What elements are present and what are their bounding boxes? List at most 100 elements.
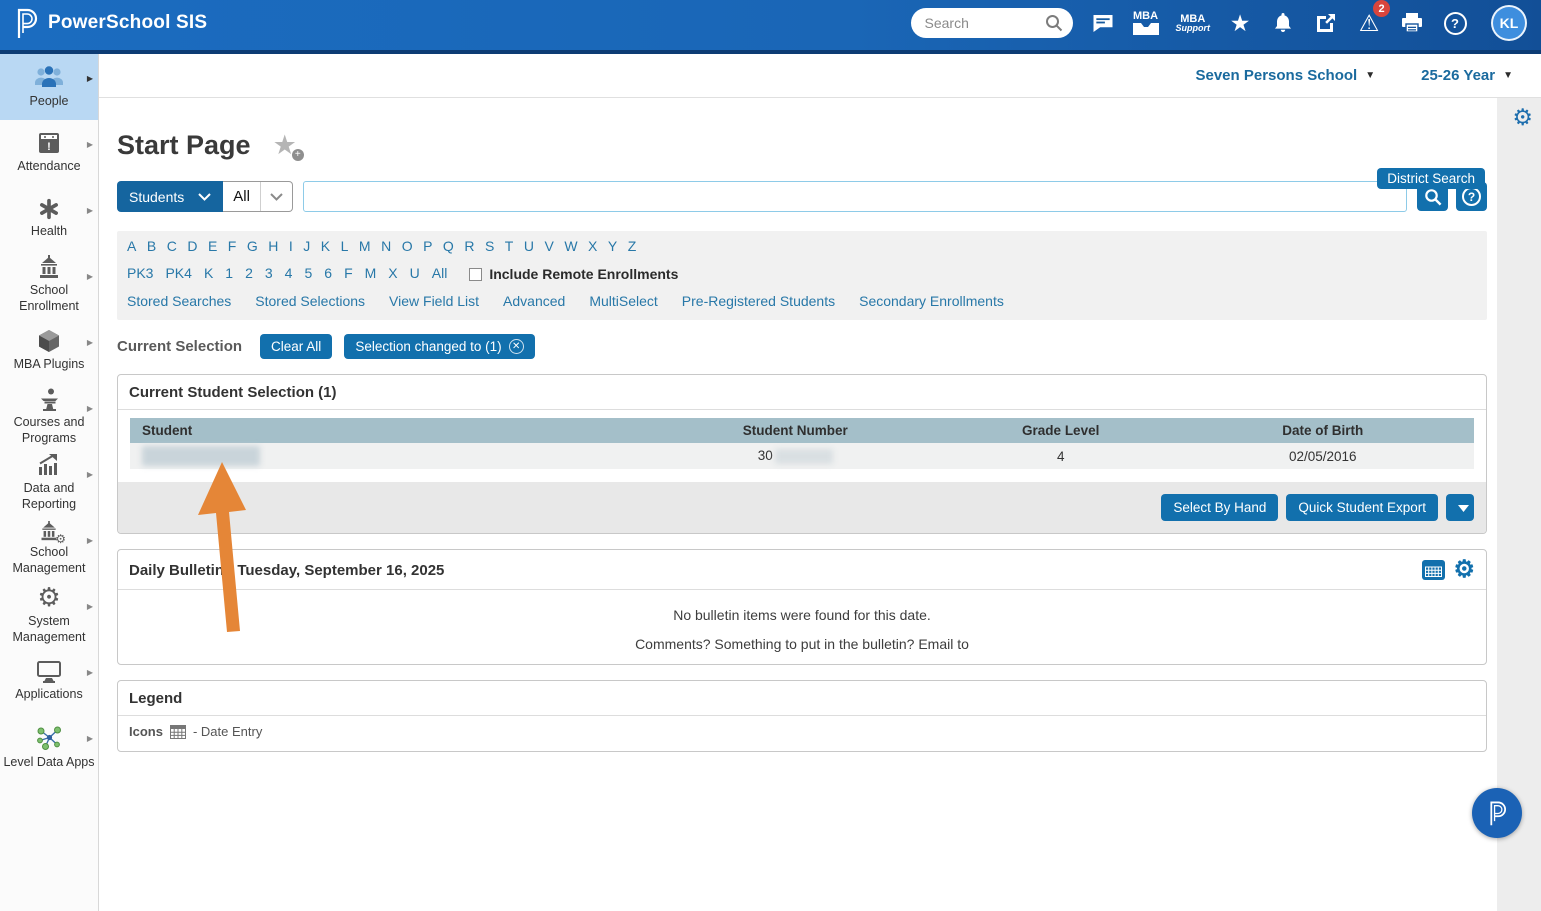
grade-link[interactable]: M: [365, 265, 377, 281]
grade-link[interactable]: 6: [324, 265, 332, 281]
quick-link[interactable]: Stored Searches: [127, 293, 231, 309]
help-icon[interactable]: ?: [1442, 4, 1468, 42]
sidebar-item-school-management[interactable]: ⚙ School Management ▶: [0, 516, 98, 582]
include-remote-checkbox[interactable]: [469, 267, 483, 281]
powerschool-assistant-button[interactable]: [1472, 788, 1522, 838]
mba-support-icon[interactable]: MBA Support: [1176, 4, 1211, 42]
export-options-dropdown[interactable]: [1446, 494, 1474, 521]
mba-inbox-icon[interactable]: MBA: [1132, 4, 1159, 42]
alphabet-link[interactable]: K: [321, 238, 330, 254]
page-settings-gear-icon[interactable]: ⚙: [1512, 106, 1533, 129]
alerts-warning-icon[interactable]: ⚠ 2: [1356, 0, 1390, 42]
powerschool-logo-icon: [1490, 801, 1507, 826]
quick-link[interactable]: View Field List: [389, 293, 479, 309]
alphabet-link[interactable]: E: [208, 238, 217, 254]
alphabet-link[interactable]: U: [524, 238, 534, 254]
alphabet-link[interactable]: B: [147, 238, 156, 254]
alphabet-link[interactable]: G: [247, 238, 258, 254]
global-search: [910, 8, 1073, 38]
sidebar-item-level-data-apps[interactable]: Level Data Apps ▶: [0, 714, 98, 780]
context-bar: Seven Persons School ▼ 25-26 Year ▼: [99, 54, 1541, 98]
school-gear-icon: ⚙: [38, 521, 66, 545]
alphabet-link[interactable]: X: [588, 238, 597, 254]
sidebar-item-people[interactable]: People ▶: [0, 54, 98, 120]
student-name-cell[interactable]: [130, 443, 641, 469]
alphabet-link[interactable]: Q: [443, 238, 454, 254]
quick-link[interactable]: Secondary Enrollments: [859, 293, 1004, 309]
grade-link[interactable]: 2: [245, 265, 253, 281]
favorites-star-icon[interactable]: ★: [1227, 4, 1253, 42]
alphabet-link[interactable]: J: [303, 238, 310, 254]
bulletin-settings-gear-icon[interactable]: ⚙: [1453, 558, 1475, 582]
alphabet-link[interactable]: Z: [628, 238, 637, 254]
sidebar-item-health[interactable]: Health ▶: [0, 186, 98, 252]
district-search-button[interactable]: District Search: [1377, 168, 1485, 189]
user-avatar[interactable]: KL: [1491, 5, 1527, 41]
compose-icon[interactable]: [1313, 4, 1339, 42]
school-selector[interactable]: Seven Persons School ▼: [1195, 67, 1375, 84]
grade-link[interactable]: X: [388, 265, 397, 281]
alphabet-link[interactable]: F: [228, 238, 237, 254]
grade-link[interactable]: U: [410, 265, 420, 281]
alphabet-link[interactable]: R: [464, 238, 474, 254]
selection-changed-chip[interactable]: Selection changed to (1) ✕: [344, 334, 535, 359]
sidebar-item-data-reporting[interactable]: Data and Reporting ▶: [0, 450, 98, 516]
alphabet-link[interactable]: C: [167, 238, 177, 254]
search-icon: [1045, 15, 1062, 32]
top-navbar: PowerSchool SIS MBA MBA Support ★: [0, 0, 1541, 54]
grade-link[interactable]: F: [344, 265, 353, 281]
grade-link[interactable]: 3: [265, 265, 273, 281]
alphabet-link[interactable]: Y: [608, 238, 617, 254]
sidebar-item-system-management[interactable]: ⚙ System Management ▶: [0, 582, 98, 648]
quick-link[interactable]: Stored Selections: [255, 293, 365, 309]
dismiss-x-icon[interactable]: ✕: [508, 339, 524, 354]
grade-link[interactable]: PK3: [127, 265, 153, 281]
grade-link[interactable]: PK4: [165, 265, 191, 281]
alphabet-link[interactable]: H: [268, 238, 278, 254]
grade-link[interactable]: 5: [304, 265, 312, 281]
alphabet-link[interactable]: O: [402, 238, 413, 254]
sidebar-item-school-enrollment[interactable]: School Enrollment ▶: [0, 252, 98, 318]
print-icon[interactable]: [1399, 4, 1425, 42]
page-title: Start Page: [117, 129, 251, 160]
alphabet-link[interactable]: N: [381, 238, 391, 254]
gear-icon: ⚙: [37, 582, 61, 613]
alphabet-link[interactable]: P: [423, 238, 432, 254]
select-by-hand-button[interactable]: Select By Hand: [1161, 494, 1279, 521]
quick-student-export-button[interactable]: Quick Student Export: [1286, 494, 1438, 521]
year-selector[interactable]: 25-26 Year ▼: [1421, 67, 1513, 84]
table-row[interactable]: 30 4 02/05/2016: [130, 443, 1474, 469]
search-scope-dropdown[interactable]: All: [223, 181, 293, 212]
alphabet-link[interactable]: W: [564, 238, 577, 254]
grade-link[interactable]: 4: [285, 265, 293, 281]
alphabet-link[interactable]: I: [289, 238, 293, 254]
quick-link[interactable]: Pre-Registered Students: [682, 293, 835, 309]
messages-icon[interactable]: [1090, 4, 1116, 42]
alphabet-link[interactable]: D: [187, 238, 197, 254]
bulletin-calendar-icon[interactable]: [1422, 560, 1446, 580]
alphabet-link[interactable]: A: [127, 238, 136, 254]
sidebar-item-attendance[interactable]: ! Attendance ▶: [0, 120, 98, 186]
student-search-input[interactable]: [302, 181, 1407, 212]
quick-link[interactable]: Advanced: [503, 293, 565, 309]
chevron-right-icon: ▶: [86, 668, 93, 677]
alerts-badge: 2: [1373, 0, 1390, 17]
alphabet-link[interactable]: L: [341, 238, 349, 254]
grade-link[interactable]: K: [204, 265, 213, 281]
chevron-right-icon: ▶: [86, 470, 93, 479]
sidebar-item-courses-programs[interactable]: Courses and Programs ▶: [0, 384, 98, 450]
sidebar-item-applications[interactable]: Applications ▶: [0, 648, 98, 714]
alphabet-link[interactable]: M: [359, 238, 371, 254]
alphabet-link[interactable]: S: [485, 238, 494, 254]
clear-all-button[interactable]: Clear All: [260, 334, 333, 359]
quick-link[interactable]: MultiSelect: [589, 293, 657, 309]
grade-link[interactable]: All: [432, 265, 448, 281]
favorite-page-star-icon[interactable]: ★ +: [273, 131, 304, 161]
sidebar-item-mba-plugins[interactable]: MBA Plugins ▶: [0, 318, 98, 384]
alphabet-link[interactable]: T: [505, 238, 514, 254]
grade-link[interactable]: 1: [225, 265, 233, 281]
alphabet-link[interactable]: V: [544, 238, 553, 254]
search-category-dropdown[interactable]: Students: [117, 181, 224, 212]
brand[interactable]: PowerSchool SIS: [14, 7, 207, 39]
notifications-bell-icon[interactable]: [1270, 4, 1296, 42]
